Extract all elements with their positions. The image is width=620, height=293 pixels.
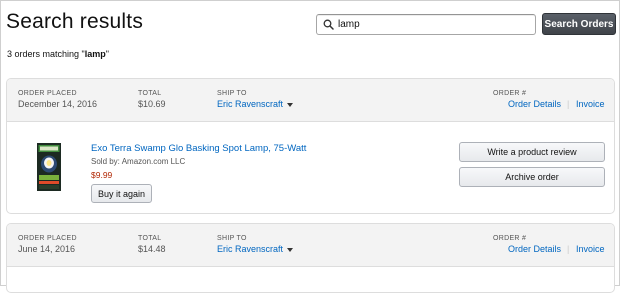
magnifier-icon [320,15,336,34]
order-placed-label: ORDER PLACED [18,235,77,242]
order-placed-value: December 14, 2016 [18,99,98,109]
divider: | [567,99,570,109]
caret-down-icon [287,102,294,107]
ship-to-name: Eric Ravenscraft [217,244,284,254]
ship-to-label: SHIP TO [217,235,247,242]
search-orders-button[interactable]: Search Orders [542,13,616,35]
divider: | [567,244,570,254]
write-review-button[interactable]: Write a product review [459,142,605,162]
page-title: Search results [6,10,144,33]
search-input[interactable] [336,16,528,33]
order-number-label: ORDER # [493,235,527,242]
ship-to-link[interactable]: Eric Ravenscraft [217,99,294,109]
order-placed-label: ORDER PLACED [18,90,77,97]
archive-order-button[interactable]: Archive order [459,167,605,187]
buy-it-again-button[interactable]: Buy it again [91,184,152,203]
order-number-label: ORDER # [493,90,527,97]
total-value: $10.69 [138,99,166,109]
search-box[interactable] [316,14,536,35]
product-image[interactable] [37,143,61,196]
ship-to-name: Eric Ravenscraft [217,99,284,109]
caret-down-icon [287,247,294,252]
result-count-prefix: 3 orders matching " [7,49,85,59]
ship-to-link[interactable]: Eric Ravenscraft [217,244,294,254]
order-details-link[interactable]: Order Details [508,244,561,254]
result-count: 3 orders matching "lamp" [7,49,109,59]
product-title-link[interactable]: Exo Terra Swamp Glo Basking Spot Lamp, 7… [91,143,306,154]
invoice-link[interactable]: Invoice [576,244,605,254]
total-value: $14.48 [138,244,166,254]
result-count-suffix: " [105,49,109,59]
total-label: TOTAL [138,90,162,97]
ship-to-label: SHIP TO [217,90,247,97]
order-card: ORDER PLACED December 14, 2016 TOTAL $10… [6,78,615,214]
sold-by: Sold by: Amazon.com LLC [91,157,186,166]
order-details-link[interactable]: Order Details [508,99,561,109]
total-label: TOTAL [138,235,162,242]
order-header: ORDER PLACED December 14, 2016 TOTAL $10… [7,79,614,122]
order-card: ORDER PLACED June 14, 2016 TOTAL $14.48 … [6,223,615,293]
invoice-link[interactable]: Invoice [576,99,605,109]
order-header: ORDER PLACED June 14, 2016 TOTAL $14.48 … [7,224,614,267]
item-price: $9.99 [91,170,113,180]
result-count-term: lamp [84,49,106,59]
order-placed-value: June 14, 2016 [18,244,76,254]
